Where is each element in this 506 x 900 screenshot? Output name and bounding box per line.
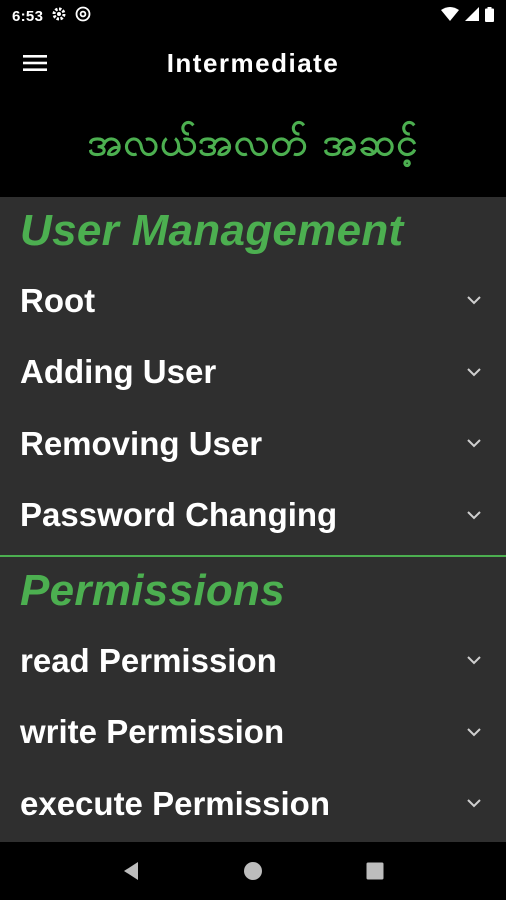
list-item-label: execute Permission	[20, 784, 330, 822]
list-item-label: read Permission	[20, 641, 277, 679]
page-subtitle: အလယ်အလတ် အဆင့်	[87, 120, 419, 164]
status-right	[441, 6, 494, 26]
list-item-label: Removing User	[20, 424, 263, 462]
list-item-write-permission[interactable]: write Permission	[0, 697, 506, 769]
at-sign-icon	[75, 6, 91, 26]
section-title-permissions: Permissions	[20, 566, 285, 615]
list-item-label: write Permission	[20, 713, 285, 751]
list-item-execute-permission[interactable]: execute Permission	[0, 768, 506, 840]
list-item-label: Password Changing	[20, 496, 338, 534]
status-time: 6:53	[12, 7, 44, 25]
chevron-down-icon[interactable]	[464, 434, 484, 454]
status-bar: 6:53	[0, 0, 506, 32]
chevron-down-icon[interactable]	[464, 722, 484, 742]
app-screen: 6:53 Intermediate အလယ်အလတ် အဆင့် User Ma…	[0, 0, 506, 900]
app-header: Intermediate အလယ်အလတ် အဆင့်	[0, 32, 506, 197]
list-item-label: Adding User	[20, 353, 217, 391]
home-icon[interactable]	[233, 851, 273, 891]
chevron-down-icon[interactable]	[464, 362, 484, 382]
battery-icon	[485, 6, 494, 26]
signal-icon	[465, 7, 479, 25]
list-item-removing-user[interactable]: Removing User	[0, 408, 506, 480]
recents-icon[interactable]	[355, 851, 395, 891]
chevron-down-icon[interactable]	[464, 651, 484, 671]
list-item-read-permission[interactable]: read Permission	[0, 625, 506, 697]
wifi-icon	[441, 7, 459, 25]
list-item-label: Root	[20, 281, 96, 319]
chevron-down-icon[interactable]	[464, 794, 484, 814]
chevron-down-icon[interactable]	[464, 291, 484, 311]
chevron-down-icon[interactable]	[464, 505, 484, 525]
status-left: 6:53	[12, 6, 91, 26]
list-item-password-changing[interactable]: Password Changing	[0, 480, 506, 552]
list-item-root[interactable]: Root	[0, 265, 506, 337]
page-title: Intermediate	[166, 48, 340, 78]
gear-icon	[51, 6, 67, 26]
back-icon[interactable]	[111, 851, 151, 891]
content-list: User Management Root Adding User Removin…	[0, 197, 506, 842]
system-nav-bar	[0, 842, 506, 900]
list-item-adding-user[interactable]: Adding User	[0, 337, 506, 409]
section-title-user-management: User Management	[20, 206, 404, 255]
